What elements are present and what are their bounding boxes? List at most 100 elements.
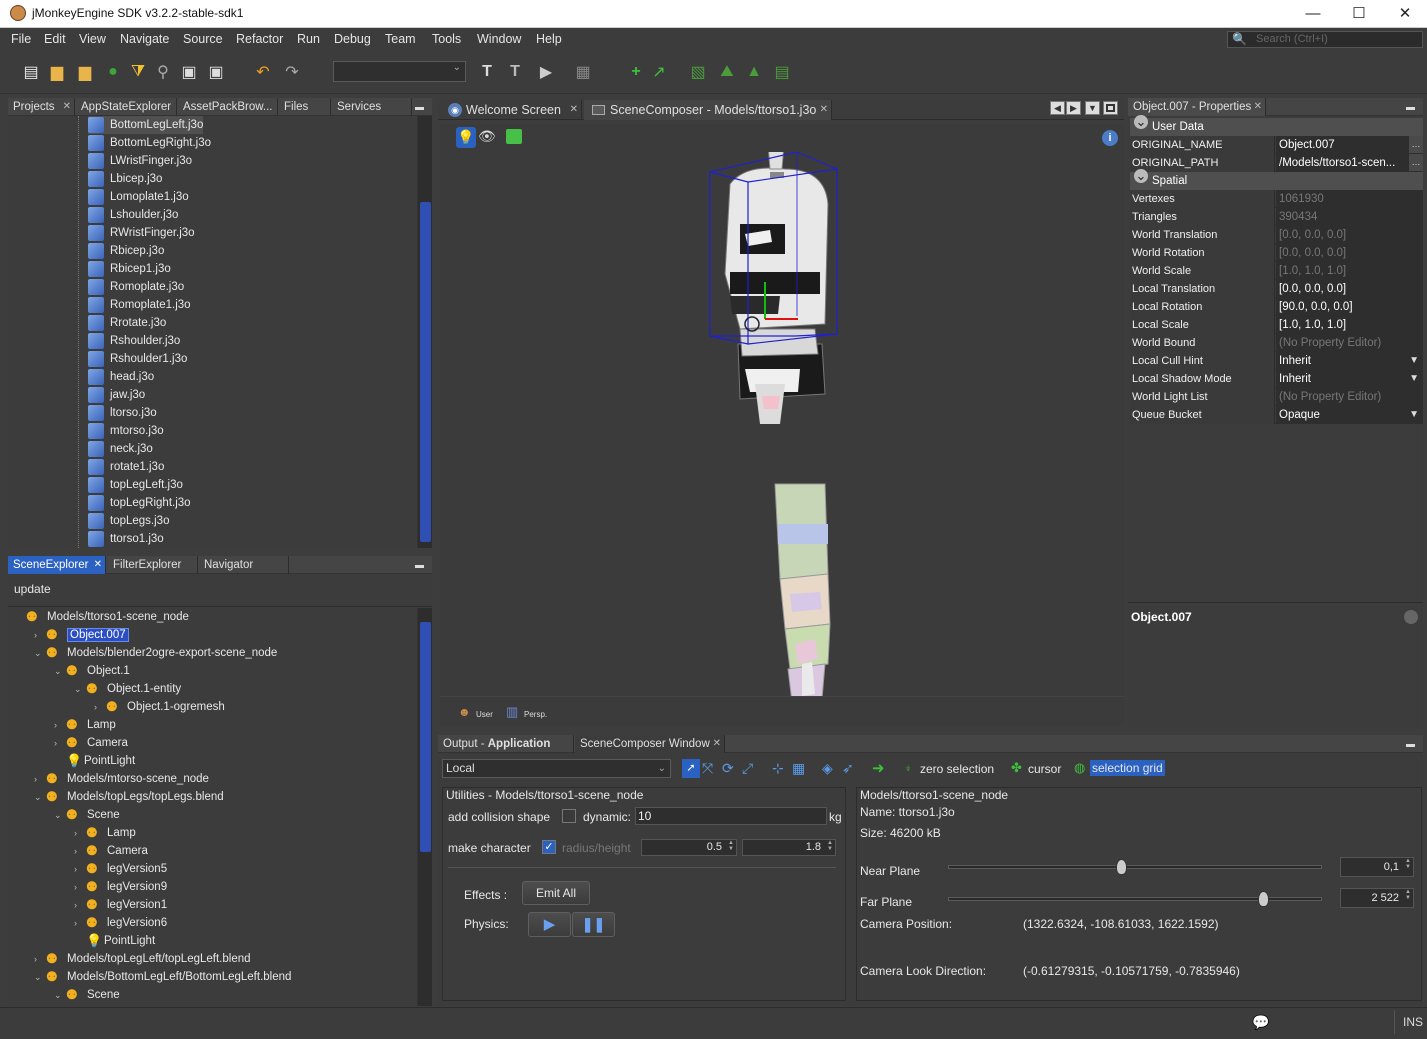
file-item[interactable]: Rshoulder1.j3o [88,350,187,368]
3d-viewport[interactable]: ☻ User ▥ Persp. [440,124,1124,726]
scene-tree-node[interactable]: › ⚉ Object.007 [34,626,129,644]
file-item[interactable]: BottomLegRight.j3o [88,134,211,152]
scene-tree-node[interactable]: ⌄ ⚉ Models/blender2ogre-export-scene_node [34,644,277,662]
expand-toggle-icon[interactable]: › [74,824,86,842]
close-icon[interactable]: ✕ [1254,98,1262,116]
expand-toggle-icon[interactable]: › [54,734,66,752]
run-icon[interactable]: ▶ [535,61,557,83]
move-tool-icon[interactable]: ⤧ [702,760,713,777]
tab-properties[interactable]: Object.007 - Properties ✕ [1128,98,1266,116]
file-item[interactable]: Rbicep1.j3o [88,260,171,278]
arrow-icon[interactable]: ↗ [648,61,670,83]
expand-toggle-icon[interactable]: › [74,914,86,932]
expand-toggle-icon[interactable]: › [34,950,46,968]
scene-tree-node[interactable]: ⚉ Models/ttorso1-scene_node [14,608,189,626]
dynamic-input[interactable]: 10 [635,807,827,825]
file-item[interactable]: Romoplate1.j3o [88,296,191,314]
expand-toggle-icon[interactable]: ⌄ [54,806,66,824]
tab-scenecomposer-window[interactable]: SceneComposer Window ✕ [575,735,725,753]
property-section-user-data[interactable]: User Data [1130,115,1423,136]
minimize-panel-icon[interactable] [1406,739,1415,747]
expand-toggle-icon[interactable]: ⌄ [34,968,46,986]
file-item[interactable]: topLegRight.j3o [88,494,191,512]
expand-toggle-icon[interactable]: › [34,770,46,788]
scroll-thumb[interactable] [420,202,431,542]
property-value[interactable]: [1.0, 1.0, 1.0] [1276,316,1423,334]
menu-window[interactable]: Window [477,32,521,46]
property-value[interactable]: [90.0, 0.0, 0.0] [1276,298,1423,316]
file-item[interactable]: Lshoulder.j3o [88,206,178,224]
far-plane-spinner[interactable]: 2 522 [1340,888,1414,908]
add-icon[interactable]: + [625,61,647,83]
file-item[interactable]: Rrotate.j3o [88,314,166,332]
radius-spinner[interactable]: 0.5 [641,839,737,856]
scroll-right-icon[interactable]: ▶ [1066,101,1081,115]
expand-toggle-icon[interactable]: › [74,878,86,896]
make-character-checkbox[interactable]: ✓ [542,840,556,854]
expand-toggle-icon[interactable]: ⌄ [34,788,46,806]
scene-tree-node[interactable]: › ⚉ Lamp [74,824,136,842]
menu-edit[interactable]: Edit [44,32,66,46]
clean-build-icon[interactable]: T [504,61,526,83]
ellipsis-button[interactable]: … [1409,154,1423,171]
minimize-panel-icon[interactable] [415,560,424,568]
expand-toggle-icon[interactable]: › [74,860,86,878]
property-section-spatial[interactable]: Spatial [1130,169,1423,190]
ellipsis-button[interactable]: … [1409,136,1423,153]
cube-select-icon[interactable]: ◈ [822,760,833,777]
property-value[interactable]: Inherit ▼ [1276,352,1423,370]
far-plane-knob[interactable] [1258,891,1270,907]
tab-services[interactable]: Services [332,98,412,116]
scene-tree-node[interactable]: › ⚉ Models/mtorso-scene_node [34,770,209,788]
cube-icon[interactable] [506,129,522,144]
expand-toggle-icon[interactable]: › [94,698,106,716]
expand-toggle-icon[interactable]: › [34,626,46,644]
menu-source[interactable]: Source [183,32,223,46]
tab-navigator[interactable]: Navigator [199,556,289,574]
expand-toggle-icon[interactable]: › [74,896,86,914]
tab-projects[interactable]: Projects ✕ [8,98,75,116]
expand-toggle-icon[interactable]: ⌄ [54,986,66,1004]
menu-team[interactable]: Team [385,32,416,46]
zero-selection-button[interactable]: zero selection [920,762,994,776]
undo-icon[interactable]: ↶ [252,61,274,83]
close-button[interactable]: ✕ [1382,0,1427,28]
file-item[interactable]: Rbicep.j3o [88,242,164,260]
menu-tools[interactable]: Tools [432,32,461,46]
minimize-panel-icon[interactable] [1406,102,1415,110]
minimize-button[interactable]: — [1290,0,1336,28]
rotate-tool-icon[interactable]: ⟳ [722,760,734,777]
scene-tree-node[interactable]: ⌄ ⚉ Object.1-entity [74,680,181,698]
scene-tree-node[interactable]: ⌄ ⚉ Models/topLegs/topLegs.blend [34,788,224,806]
select-tool-icon[interactable]: ➚ [682,759,700,778]
property-value[interactable]: /Models/ttorso1-scen...… [1276,154,1423,172]
config-select[interactable]: ⌄ [333,61,466,82]
menu-refactor[interactable]: Refactor [236,32,283,46]
file-item[interactable]: Lbicep.j3o [88,170,162,188]
new-file-icon[interactable]: ▤ [20,61,42,83]
grid-snap-icon[interactable]: ▦ [792,760,805,777]
property-value[interactable]: Opaque ▼ [1276,406,1423,424]
scroll-thumb[interactable] [420,622,431,852]
file-item[interactable]: RWristFinger.j3o [88,224,195,242]
menu-debug[interactable]: Debug [334,32,371,46]
file-item[interactable]: Romoplate.j3o [88,278,184,296]
info-icon[interactable]: i [1102,130,1118,146]
scene-tree-node[interactable]: 💡 PointLight [74,932,155,950]
near-plane-knob[interactable] [1116,859,1128,875]
tab-scene-explorer[interactable]: SceneExplorer ✕ [8,556,106,574]
tab-files[interactable]: Files [279,98,331,116]
scene-tree-node[interactable]: ⌄ ⚉ Object.1 [54,662,130,680]
scene-tree-node[interactable]: › ⚉ legVersion1 [74,896,167,914]
pause-physics-button[interactable]: ❚❚ [572,912,615,937]
close-icon[interactable]: ✕ [94,556,102,574]
play-physics-button[interactable]: ▶ [528,912,571,937]
scene-tree-node[interactable]: › ⚉ Object.1-ogremesh [94,698,225,716]
scene-tree-node[interactable]: › ⚉ legVersion9 [74,878,167,896]
terrain-icon[interactable]: ⛰ [716,61,738,83]
property-value[interactable]: Object.007… [1276,136,1423,154]
debug-icon[interactable]: ▦ [572,61,594,83]
property-value[interactable]: Inherit ▼ [1276,370,1423,388]
save-all-icon[interactable]: ▣ [205,61,227,83]
maximize-editor-icon[interactable] [1103,101,1118,115]
